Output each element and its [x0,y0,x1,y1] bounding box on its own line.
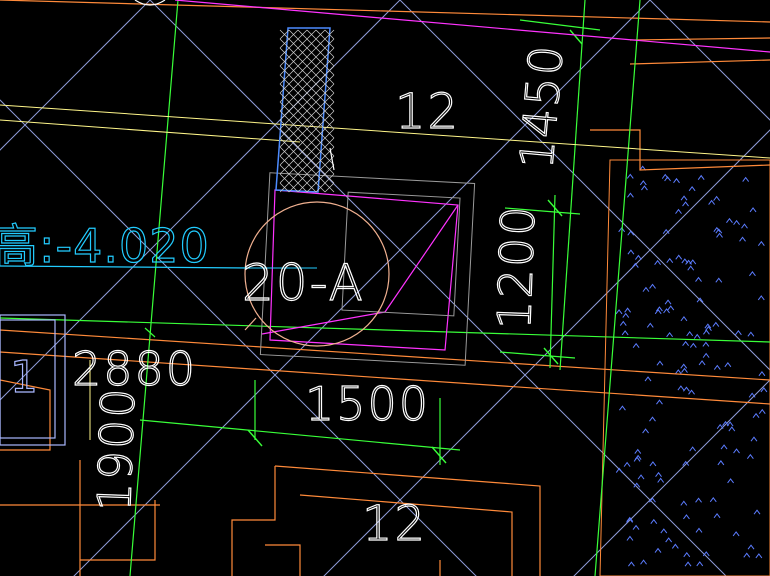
hatched-column [275,27,335,193]
dim-1900: 1900 [87,385,145,512]
hatch-zone-right [599,159,770,576]
dim-1200: 1200 [487,203,545,330]
floor-plan-drawing[interactable]: 高:-4.020 20-A 12 12 1 1450 1200 2880 150… [0,0,770,576]
room-number-left: 1 [10,352,38,403]
elevation-label: 高:-4.020 [0,219,210,273]
room-number-bottom: 12 [362,496,427,552]
tag-label: 20-A [242,254,365,312]
dim-1500: 1500 [305,377,430,431]
room-number-top: 12 [395,84,460,140]
cad-canvas[interactable]: 高:-4.020 20-A 12 12 1 1450 1200 2880 150… [0,0,770,576]
dim-1450: 1450 [509,42,574,171]
